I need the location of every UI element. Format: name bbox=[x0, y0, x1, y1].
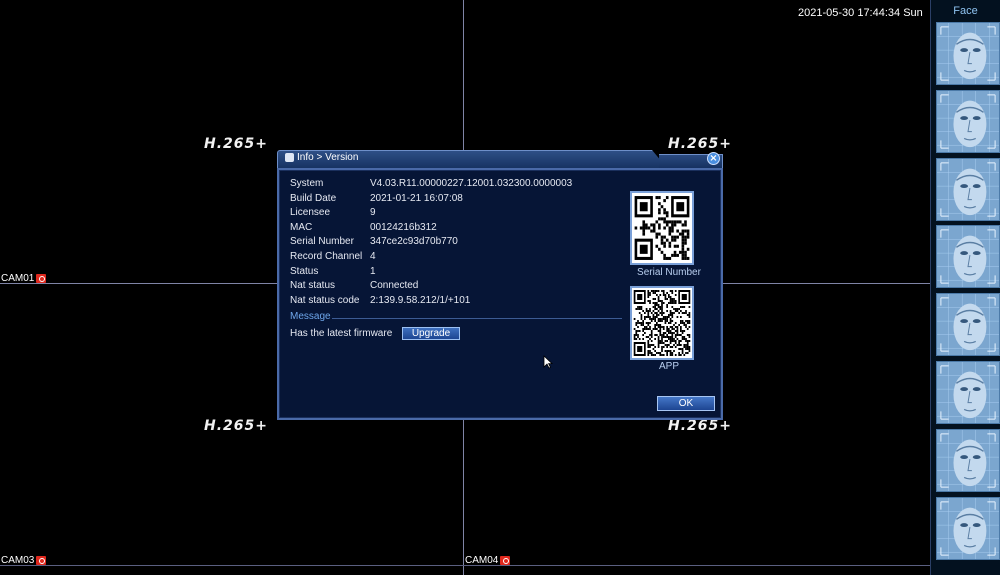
info-row-label: Licensee bbox=[290, 207, 331, 219]
qr-code-icon bbox=[632, 288, 692, 358]
info-row-value: 2021-01-21 16:07:08 bbox=[370, 192, 463, 204]
message-divider bbox=[332, 318, 622, 319]
face-thumbnail[interactable] bbox=[936, 428, 1000, 492]
cam01-name: CAM01 bbox=[1, 273, 35, 284]
face-thumbnail[interactable] bbox=[936, 225, 1000, 289]
cam03-name: CAM03 bbox=[1, 555, 35, 566]
app-qr-code bbox=[630, 286, 694, 360]
info-row-label: Record Channel bbox=[290, 251, 363, 262]
info-row-label: System bbox=[290, 178, 324, 189]
upgrade-button[interactable]: Upgrade bbox=[402, 327, 460, 340]
mouse-cursor-icon bbox=[543, 355, 553, 369]
record-icon bbox=[36, 556, 47, 565]
info-icon bbox=[285, 153, 294, 162]
info-row-value: 00124216b312 bbox=[370, 221, 437, 233]
face-panel: Face bbox=[930, 0, 1000, 575]
face-thumbnail[interactable] bbox=[936, 89, 1000, 153]
info-row-value: V4.03.R11.00000227.12001.032300.0000003 bbox=[370, 178, 573, 189]
face-panel-title: Face bbox=[953, 5, 978, 17]
record-icon bbox=[500, 556, 511, 565]
record-icon bbox=[36, 274, 47, 283]
firmware-status-text: Has the latest firmware bbox=[290, 328, 393, 339]
dialog-title-text: Info > Version bbox=[297, 152, 359, 163]
cam01-label[interactable]: CAM01 bbox=[1, 273, 47, 284]
app-qr-label: APP bbox=[658, 361, 679, 372]
message-section-label: Message bbox=[290, 311, 331, 322]
info-row-value: 2:139.9.58.212/1/+101 bbox=[370, 294, 471, 306]
face-thumbnail[interactable] bbox=[936, 496, 1000, 560]
info-row-value: 9 bbox=[370, 207, 376, 219]
info-row-value: 4 bbox=[370, 251, 376, 262]
close-button[interactable]: × bbox=[707, 152, 720, 165]
cam04-name: CAM04 bbox=[465, 555, 499, 566]
channel-1-codec: H.265+ bbox=[204, 136, 268, 152]
dialog-title: Info > Version bbox=[285, 152, 358, 163]
cam03-label[interactable]: CAM03 bbox=[1, 555, 47, 566]
info-version-dialog: Info > Version × System V4.03.R11.0000022… bbox=[277, 150, 723, 420]
face-thumbnail[interactable] bbox=[936, 293, 1000, 357]
info-row-label: Nat status bbox=[290, 280, 336, 292]
face-thumbnail[interactable] bbox=[936, 157, 1000, 221]
cam04-label[interactable]: CAM04 bbox=[465, 555, 511, 566]
ok-button[interactable]: OK bbox=[657, 396, 715, 411]
channel-3-codec: H.265+ bbox=[204, 418, 268, 434]
info-row-label: Status bbox=[290, 265, 319, 277]
serial-number-qr-label: Serial Number bbox=[637, 267, 701, 278]
info-row-label: Serial Number bbox=[290, 236, 354, 248]
face-thumbnail[interactable] bbox=[936, 361, 1000, 424]
face-thumbnail[interactable] bbox=[936, 22, 1000, 85]
system-clock: 2021-05-30 17:44:34 Sun bbox=[798, 7, 923, 19]
info-row-label: Build Date bbox=[290, 192, 337, 204]
info-row-value: 347ce2c93d70b770 bbox=[370, 236, 458, 248]
dialog-body: System V4.03.R11.00000227.12001.032300.00… bbox=[277, 168, 723, 420]
info-row-value: 1 bbox=[370, 265, 376, 277]
serial-number-qr-code bbox=[630, 191, 694, 265]
info-row-label: Nat status code bbox=[290, 294, 360, 306]
info-row-value: Connected bbox=[370, 280, 419, 292]
channel-4-codec: H.265+ bbox=[668, 418, 732, 434]
qr-code-icon bbox=[632, 193, 692, 263]
info-row-label: MAC bbox=[290, 221, 313, 233]
